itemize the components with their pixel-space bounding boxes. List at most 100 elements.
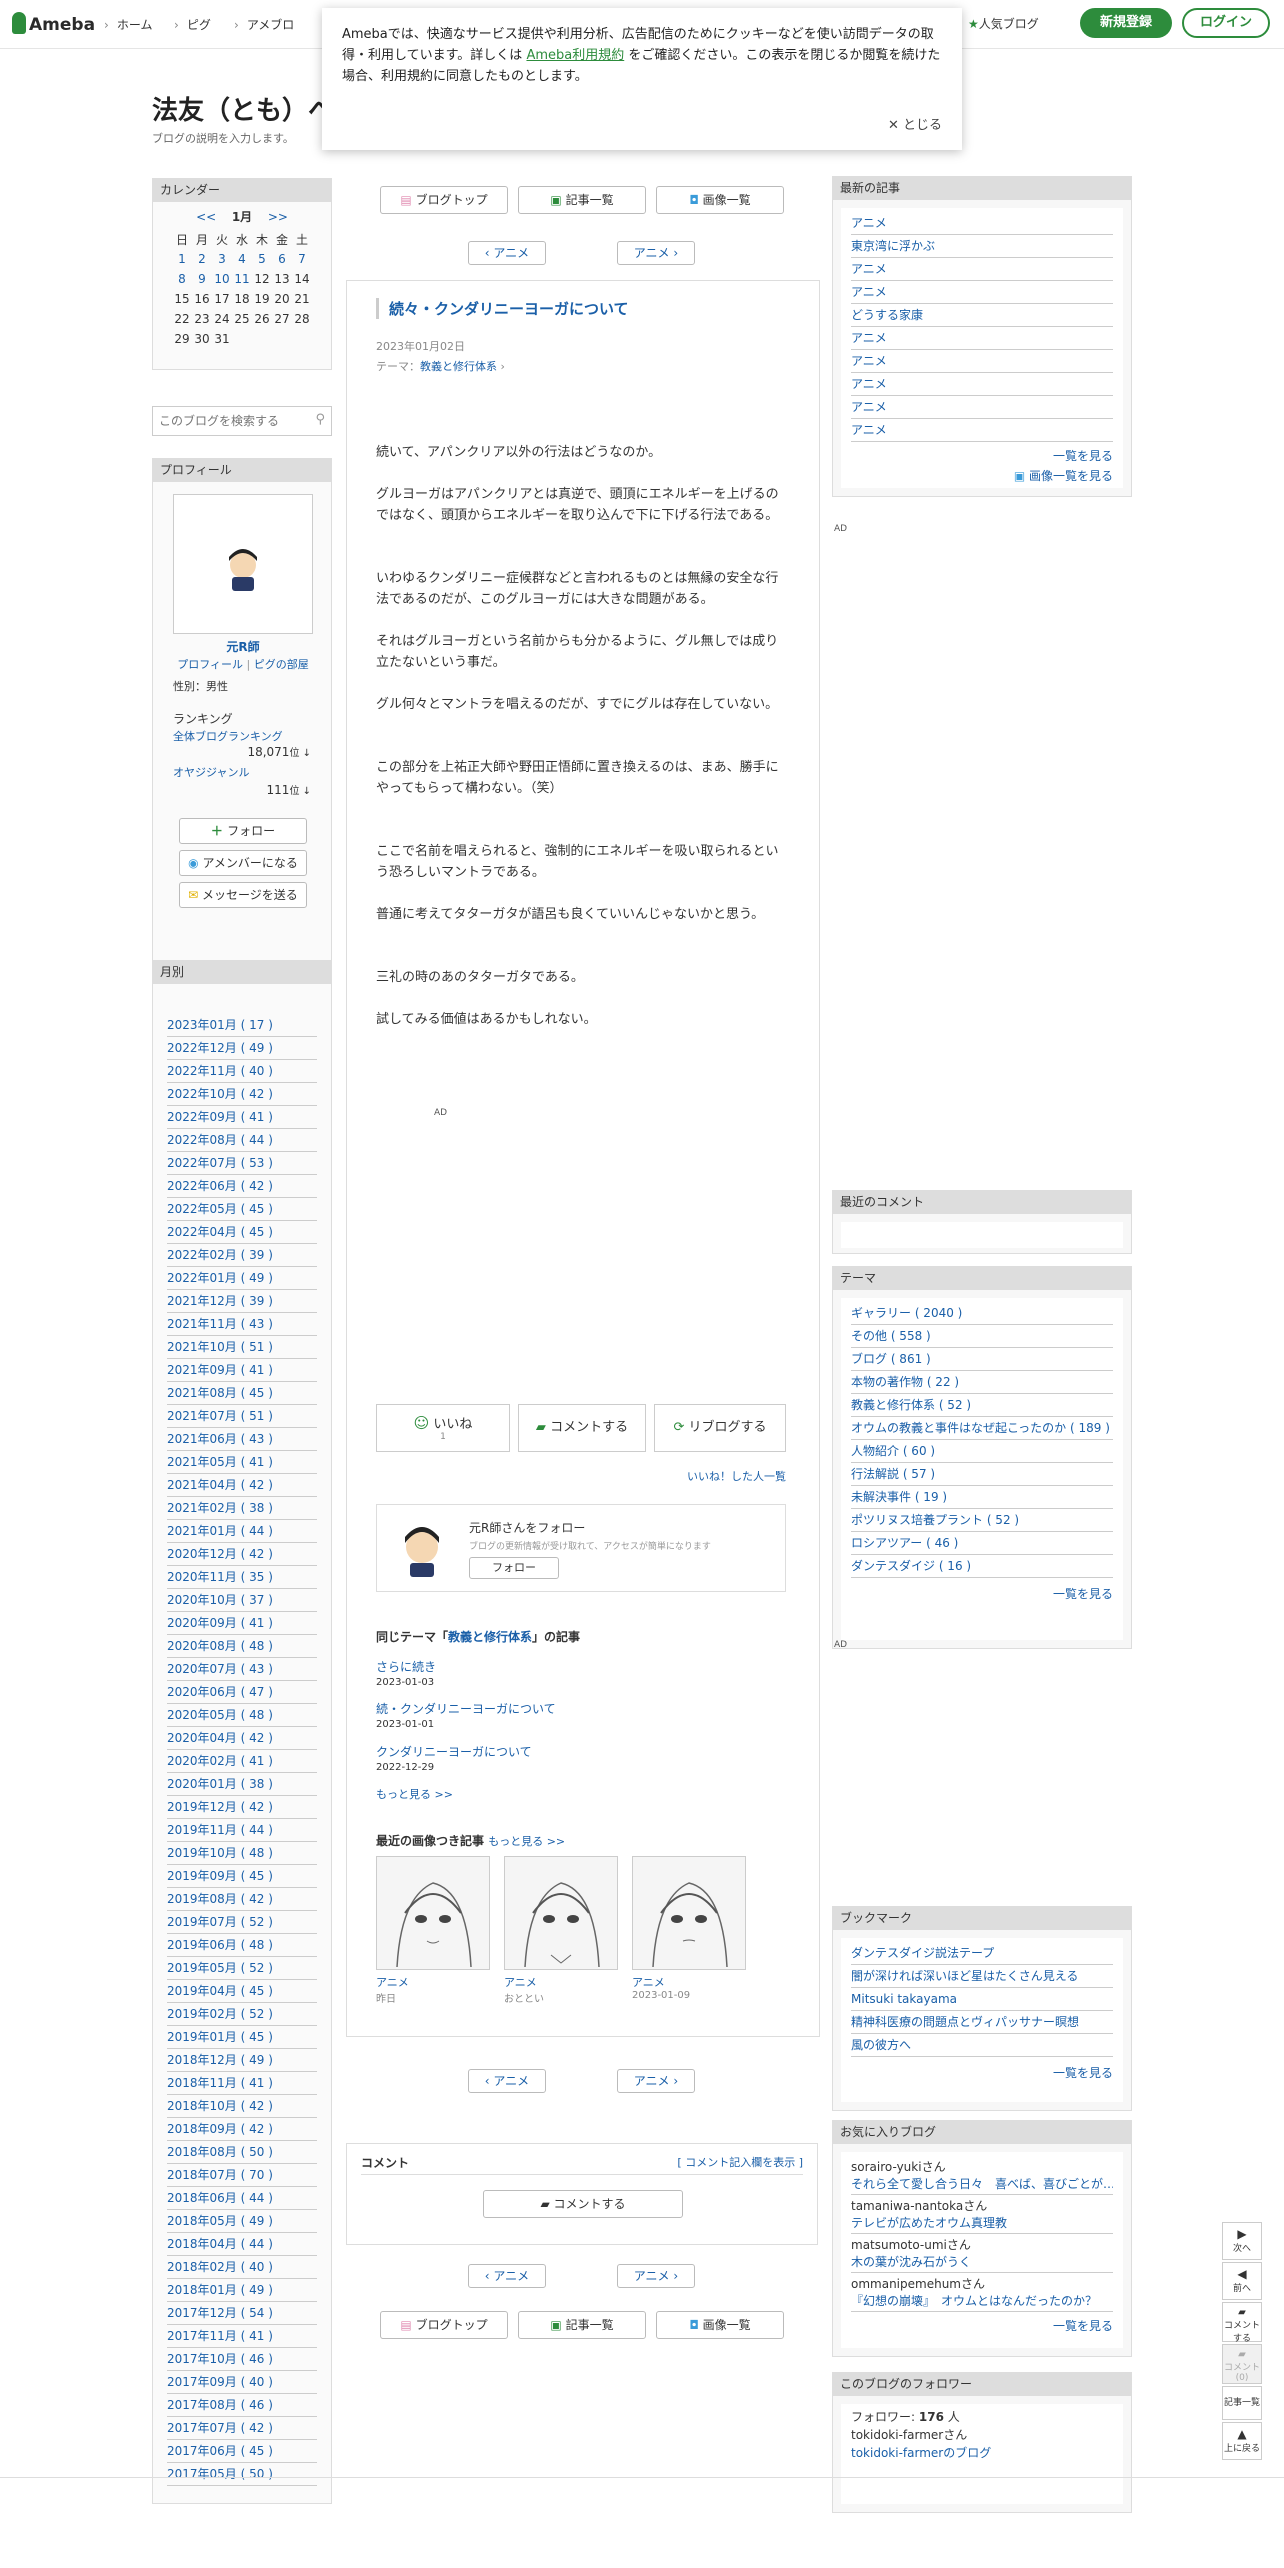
recent-entry-link[interactable]: アニメ xyxy=(851,327,1113,350)
calendar-day[interactable]: 7 xyxy=(292,249,312,269)
comment-form-toggle[interactable]: [ コメント記入欄を表示 ] xyxy=(677,2154,803,2170)
monthly-archive-link[interactable]: 2023年01月 ( 17 ) xyxy=(167,1014,317,1037)
article-theme-link[interactable]: 教義と修行体系 xyxy=(420,360,497,373)
monthly-archive-link[interactable]: 2018年06月 ( 44 ) xyxy=(167,2187,317,2210)
pigg-room-link[interactable]: ピグの部屋 xyxy=(254,658,309,671)
monthly-archive-link[interactable]: 2020年01月 ( 38 ) xyxy=(167,1773,317,1796)
signup-button[interactable]: 新規登録 xyxy=(1080,8,1172,38)
theme-link[interactable]: 教義と修行体系 ( 52 ) xyxy=(851,1394,1113,1417)
image-entries-more-link[interactable]: もっと見る >> xyxy=(488,1835,565,1848)
monthly-archive-link[interactable]: 2020年08月 ( 48 ) xyxy=(167,1635,317,1658)
image-entry-title[interactable]: アニメ xyxy=(632,1974,746,1990)
comment-button[interactable]: ▰ コメントする xyxy=(518,1404,646,1452)
monthly-archive-link[interactable]: 2020年06月 ( 47 ) xyxy=(167,1681,317,1704)
image-entry[interactable]: アニメ 2023-01-09 xyxy=(632,1856,746,2001)
recent-entry-link[interactable]: アニメ xyxy=(851,212,1113,235)
monthly-archive-link[interactable]: 2018年04月 ( 44 ) xyxy=(167,2233,317,2256)
favorite-blog-link[interactable]: 『幻想の崩壊』 オウムとはなんだったのか？ xyxy=(851,2292,1113,2309)
monthly-archive-link[interactable]: 2021年01月 ( 44 ) xyxy=(167,1520,317,1543)
monthly-archive-link[interactable]: 2021年02月 ( 38 ) xyxy=(167,1497,317,1520)
message-button[interactable]: ✉ メッセージを送る xyxy=(179,882,307,908)
image-entry-thumbnail[interactable] xyxy=(376,1856,490,1970)
monthly-archive-link[interactable]: 2022年10月 ( 42 ) xyxy=(167,1083,317,1106)
prev-entry-button[interactable]: ‹ アニメ xyxy=(468,241,546,265)
image-entry[interactable]: アニメ おととい xyxy=(504,1856,618,2005)
calendar-day[interactable]: 9 xyxy=(192,269,212,289)
bookmarks-more-link[interactable]: 一覧を見る xyxy=(1053,2066,1113,2080)
recent-images-link[interactable]: 画像一覧を見る xyxy=(1029,469,1113,483)
monthly-archive-link[interactable]: 2022年04月 ( 45 ) xyxy=(167,1221,317,1244)
image-list-button[interactable]: ◘ 画像一覧 xyxy=(656,2311,784,2339)
next-entry-button[interactable]: アニメ › xyxy=(617,2264,695,2288)
monthly-archive-link[interactable]: 2020年04月 ( 42 ) xyxy=(167,1727,317,1750)
monthly-archive-link[interactable]: 2022年02月 ( 39 ) xyxy=(167,1244,317,1267)
favorite-blog-link[interactable]: それら全て愛し合う日々 喜べば、喜びごとが… xyxy=(851,2175,1113,2192)
monthly-archive-link[interactable]: 2022年01月 ( 49 ) xyxy=(167,1267,317,1290)
theme-link[interactable]: ブログ ( 861 ) xyxy=(851,1348,1113,1371)
follow-button[interactable]: ＋ フォロー xyxy=(179,818,307,844)
monthly-archive-link[interactable]: 2017年05月 ( 50 ) xyxy=(167,2463,317,2486)
favorites-more-link[interactable]: 一覧を見る xyxy=(1053,2319,1113,2333)
article-title[interactable]: 続々・クンダリニーヨーガについて xyxy=(376,298,629,319)
recent-entry-link[interactable]: アニメ xyxy=(851,419,1113,442)
nav-popular-blog[interactable]: ★人気ブログ xyxy=(968,15,1039,32)
monthly-archive-link[interactable]: 2020年12月 ( 42 ) xyxy=(167,1543,317,1566)
bookmark-link[interactable]: 精神科医療の問題点とヴィパッサナー瞑想 xyxy=(851,2011,1113,2034)
overall-ranking-link[interactable]: 全体ブログランキング xyxy=(173,728,283,744)
bookmark-link[interactable]: 風の彼方へ xyxy=(851,2034,1113,2057)
monthly-archive-link[interactable]: 2020年07月 ( 43 ) xyxy=(167,1658,317,1681)
theme-link[interactable]: その他 ( 558 ) xyxy=(851,1325,1113,1348)
monthly-archive-link[interactable]: 2022年09月 ( 41 ) xyxy=(167,1106,317,1129)
calendar-day[interactable]: 10 xyxy=(212,269,232,289)
prev-entry-button[interactable]: ‹ アニメ xyxy=(468,2069,546,2093)
image-list-button[interactable]: ◘ 画像一覧 xyxy=(656,186,784,214)
login-button[interactable]: ログイン xyxy=(1182,8,1270,38)
entry-list-button[interactable]: ▣ 記事一覧 xyxy=(518,2311,646,2339)
profile-name[interactable]: 元R師 xyxy=(153,638,333,655)
monthly-archive-link[interactable]: 2019年09月 ( 45 ) xyxy=(167,1865,317,1888)
monthly-archive-link[interactable]: 2022年12月 ( 49 ) xyxy=(167,1037,317,1060)
genre-ranking-link[interactable]: オヤジジャンル xyxy=(173,764,249,780)
recent-entry-link[interactable]: アニメ xyxy=(851,396,1113,419)
monthly-archive-link[interactable]: 2019年11月 ( 44 ) xyxy=(167,1819,317,1842)
image-entry-title[interactable]: アニメ xyxy=(376,1974,490,1990)
blog-top-button[interactable]: ▤ ブログトップ xyxy=(380,2311,508,2339)
bookmark-link[interactable]: ダンテスダイジ説法テープ xyxy=(851,1942,1113,1965)
next-entry-button[interactable]: アニメ › xyxy=(617,2069,695,2093)
monthly-archive-link[interactable]: 2022年11月 ( 40 ) xyxy=(167,1060,317,1083)
float-prev-button[interactable]: ◀ 前へ xyxy=(1222,2262,1262,2300)
search-icon[interactable]: ⚲ xyxy=(315,412,325,427)
monthly-archive-link[interactable]: 2019年01月 ( 45 ) xyxy=(167,2026,317,2049)
monthly-archive-link[interactable]: 2022年08月 ( 44 ) xyxy=(167,1129,317,1152)
image-entry-thumbnail[interactable] xyxy=(632,1856,746,1970)
monthly-archive-link[interactable]: 2022年06月 ( 42 ) xyxy=(167,1175,317,1198)
nav-home[interactable]: ホーム xyxy=(104,16,153,33)
monthly-archive-link[interactable]: 2020年09月 ( 41 ) xyxy=(167,1612,317,1635)
monthly-archive-link[interactable]: 2018年02月 ( 40 ) xyxy=(167,2256,317,2279)
blog-title[interactable]: 法友（とも）へ xyxy=(152,90,334,127)
monthly-archive-link[interactable]: 2017年06月 ( 45 ) xyxy=(167,2440,317,2463)
calendar-day[interactable]: 11 xyxy=(232,269,252,289)
follow-card-button[interactable]: フォロー xyxy=(469,1557,559,1579)
related-entry-link[interactable]: 続・クンダリニーヨーガについて xyxy=(376,1702,556,1716)
monthly-archive-link[interactable]: 2018年01月 ( 49 ) xyxy=(167,2279,317,2302)
monthly-archive-link[interactable]: 2018年10月 ( 42 ) xyxy=(167,2095,317,2118)
monthly-archive-link[interactable]: 2017年09月 ( 40 ) xyxy=(167,2371,317,2394)
calendar-day[interactable]: 1 xyxy=(172,249,192,269)
monthly-archive-link[interactable]: 2020年05月 ( 48 ) xyxy=(167,1704,317,1727)
theme-link[interactable]: ギャラリー ( 2040 ) xyxy=(851,1302,1113,1325)
blog-top-button[interactable]: ▤ ブログトップ xyxy=(380,186,508,214)
theme-link[interactable]: オウムの教義と事件はなぜ起こったのか ( 189 ) xyxy=(851,1417,1113,1440)
cookie-close-button[interactable]: ✕ とじる xyxy=(888,115,942,136)
amember-button[interactable]: ◉ アメンバーになる xyxy=(179,850,307,876)
ameba-logo[interactable]: Ameba xyxy=(12,12,95,35)
calendar-prev-link[interactable]: << xyxy=(196,210,216,224)
monthly-archive-link[interactable]: 2022年07月 ( 53 ) xyxy=(167,1152,317,1175)
monthly-archive-link[interactable]: 2021年07月 ( 51 ) xyxy=(167,1405,317,1428)
calendar-day[interactable]: 6 xyxy=(272,249,292,269)
recent-entry-link[interactable]: アニメ xyxy=(851,258,1113,281)
calendar-day[interactable]: 2 xyxy=(192,249,212,269)
monthly-archive-link[interactable]: 2017年08月 ( 46 ) xyxy=(167,2394,317,2417)
monthly-archive-link[interactable]: 2018年09月 ( 42 ) xyxy=(167,2118,317,2141)
monthly-archive-link[interactable]: 2019年06月 ( 48 ) xyxy=(167,1934,317,1957)
